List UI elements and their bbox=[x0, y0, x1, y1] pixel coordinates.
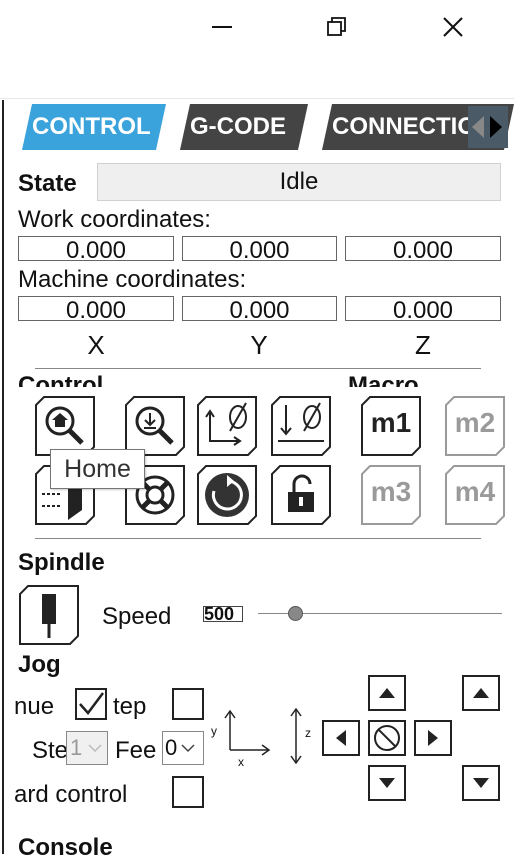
tab-scroll-buttons[interactable] bbox=[468, 106, 508, 148]
keyboard-control-label: ard control bbox=[14, 781, 128, 808]
arrow-down-icon bbox=[379, 778, 395, 788]
arrow-right-icon bbox=[428, 730, 438, 746]
step-size-value: 1 bbox=[70, 735, 83, 760]
z-arrow-up-icon bbox=[473, 688, 489, 698]
axis-x-label: X bbox=[87, 330, 105, 360]
tab-gcode-label: G-CODE bbox=[190, 113, 286, 140]
check-icon bbox=[79, 692, 104, 715]
tab-control-label: CONTROL bbox=[32, 113, 151, 140]
jog-label: Jog bbox=[18, 651, 61, 678]
control-separator bbox=[35, 368, 481, 369]
z-axis-icon bbox=[290, 707, 302, 765]
control-label: Control bbox=[18, 372, 104, 387]
chevron-down-icon bbox=[88, 744, 102, 753]
feed-select[interactable]: 0 bbox=[162, 731, 204, 765]
zero-xy-icon bbox=[197, 396, 257, 456]
macro-header: Macro bbox=[348, 370, 478, 387]
macro-m4-button[interactable]: m4 bbox=[444, 464, 506, 526]
arrow-left-icon bbox=[336, 730, 346, 746]
keyboard-control-checkbox[interactable] bbox=[172, 776, 204, 808]
state-label: State bbox=[18, 170, 77, 197]
title-separator bbox=[0, 98, 514, 99]
step-size-label: Ste bbox=[32, 737, 69, 764]
feed-label: Fee bbox=[115, 737, 157, 764]
step-checkbox[interactable] bbox=[172, 688, 204, 720]
probe-button[interactable] bbox=[124, 395, 186, 457]
home-tooltip: Home bbox=[50, 449, 145, 489]
speed-label: Speed bbox=[102, 603, 172, 630]
home-button[interactable] bbox=[34, 395, 96, 457]
jog-axis-y-label: y bbox=[211, 724, 217, 738]
macro-m2-button[interactable]: m2 bbox=[444, 395, 506, 457]
work-y-field[interactable]: 0.000 bbox=[182, 236, 337, 261]
zero-xy-button[interactable] bbox=[196, 395, 258, 457]
tab-scroll-icon bbox=[472, 116, 502, 138]
jog-axis-x-label: x bbox=[238, 755, 244, 769]
speed-slider-handle[interactable] bbox=[288, 606, 303, 621]
left-border bbox=[2, 100, 4, 854]
machine-x-field[interactable]: 0.000 bbox=[18, 296, 174, 321]
arrow-up-icon bbox=[379, 688, 395, 698]
macro-m1-label: m1 bbox=[370, 407, 412, 438]
spindle-toggle-button[interactable] bbox=[18, 584, 80, 646]
cancel-icon bbox=[374, 725, 400, 751]
jog-x-plus-button[interactable] bbox=[414, 720, 452, 756]
feed-value: 0 bbox=[165, 735, 178, 760]
z-arrow-down-icon bbox=[473, 778, 489, 788]
minimize-button[interactable] bbox=[199, 8, 245, 46]
continue-checkbox[interactable] bbox=[75, 688, 107, 720]
jog-z-minus-button[interactable] bbox=[462, 765, 500, 801]
speed-input[interactable]: 500 bbox=[203, 606, 243, 622]
jog-y-plus-button[interactable] bbox=[368, 675, 406, 711]
machine-coords-label: Machine coordinates: bbox=[18, 266, 247, 293]
reset-button[interactable] bbox=[196, 464, 258, 526]
jog-x-minus-button[interactable] bbox=[322, 720, 360, 756]
jog-z-plus-button[interactable] bbox=[462, 675, 500, 711]
macro-m2-label: m2 bbox=[454, 407, 496, 438]
axis-z-label: Z bbox=[415, 330, 431, 360]
continue-label: nue bbox=[14, 693, 55, 720]
zero-z-button[interactable] bbox=[270, 395, 332, 457]
step-label: tep bbox=[113, 693, 147, 720]
feed-chevron-down-icon bbox=[181, 744, 195, 753]
axis-y-label: Y bbox=[250, 330, 268, 360]
step-size-select[interactable]: 1 bbox=[66, 731, 108, 765]
jog-axis-z-label: z bbox=[305, 726, 311, 740]
restore-icon bbox=[327, 17, 346, 36]
macro-label: Macro bbox=[348, 372, 419, 387]
unlock-icon bbox=[271, 465, 331, 525]
work-z-field[interactable]: 0.000 bbox=[345, 236, 501, 261]
macro-m3-button[interactable]: m3 bbox=[360, 464, 422, 526]
tab-gcode[interactable]: G-CODE bbox=[180, 104, 308, 150]
state-value: Idle bbox=[97, 163, 501, 201]
control-bottom-separator bbox=[35, 538, 481, 539]
macro-m1-button[interactable]: m1 bbox=[360, 395, 422, 457]
restore-button[interactable] bbox=[314, 8, 360, 46]
jog-y-minus-button[interactable] bbox=[368, 765, 406, 801]
machine-z-field[interactable]: 0.000 bbox=[345, 296, 501, 321]
control-header: Control bbox=[18, 370, 148, 387]
unlock-button[interactable] bbox=[270, 464, 332, 526]
macro-m4-label: m4 bbox=[454, 476, 496, 507]
close-button[interactable] bbox=[430, 8, 476, 46]
reset-icon bbox=[197, 465, 257, 525]
console-label: Console bbox=[18, 834, 113, 861]
tab-control[interactable]: CONTROL bbox=[22, 104, 166, 150]
spindle-label: Spindle bbox=[18, 549, 105, 576]
spindle-icon bbox=[19, 585, 79, 645]
probe-search-icon bbox=[125, 396, 185, 456]
home-search-icon bbox=[35, 396, 95, 456]
machine-y-field[interactable]: 0.000 bbox=[182, 296, 337, 321]
macro-m3-label: m3 bbox=[370, 476, 412, 507]
minimize-icon bbox=[212, 26, 232, 28]
work-coords-label: Work coordinates: bbox=[18, 206, 211, 233]
work-x-field[interactable]: 0.000 bbox=[18, 236, 174, 261]
zero-z-icon bbox=[271, 396, 331, 456]
close-icon bbox=[443, 17, 463, 37]
jog-cancel-button[interactable] bbox=[368, 720, 406, 756]
